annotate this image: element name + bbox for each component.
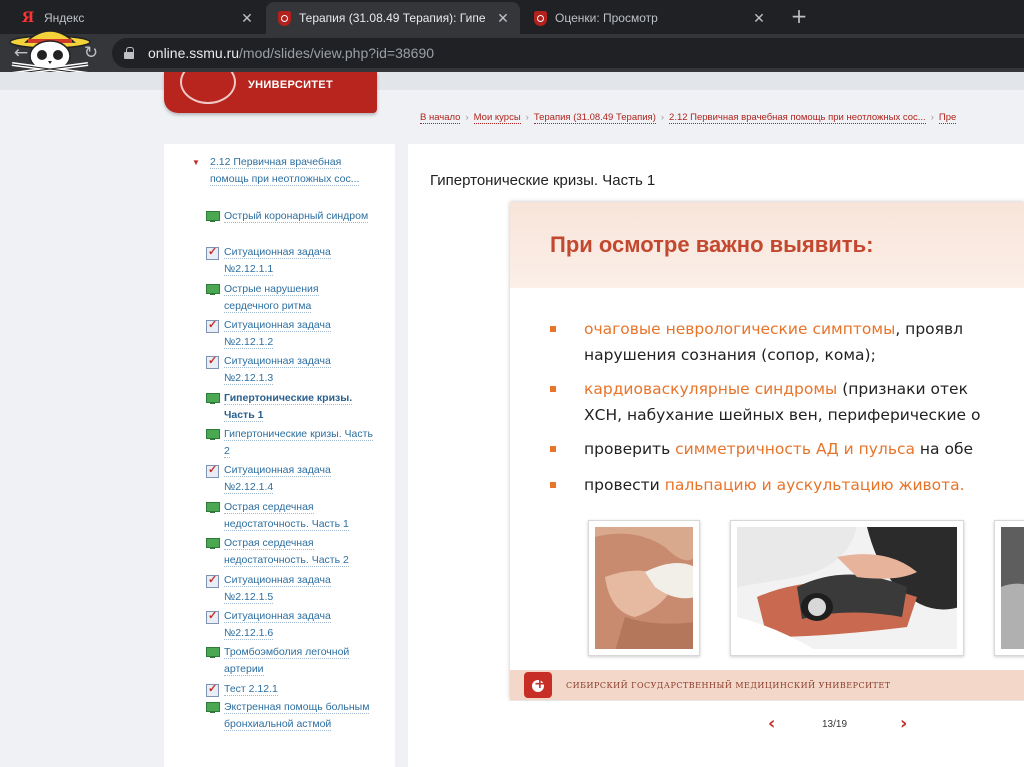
breadcrumb-my-courses[interactable]: Мои курсы — [473, 112, 521, 124]
sidebar-item-label: Ситуационная задача №2.12.1.2 — [224, 319, 331, 349]
task-icon — [206, 317, 219, 334]
logo-text: УНИВЕРСИТЕТ — [248, 79, 333, 91]
breadcrumb-section[interactable]: 2.12 Первичная врачебная помощь при неот… — [669, 112, 926, 124]
bullet-text: , проявл — [895, 320, 964, 338]
sidebar-item-label: Гипертонические кризы. Часть 2 — [224, 428, 373, 458]
slide-pager: ‹ 13/19 › — [510, 700, 1024, 750]
sidebar-section-label: 2.12 Первичная врачебная помощь при неот… — [210, 156, 360, 186]
prev-slide-button[interactable]: ‹ — [768, 713, 775, 734]
bullet-marker — [550, 386, 556, 392]
ssmu-icon — [534, 10, 547, 26]
tab-therapy[interactable]: Терапия (31.08.49 Терапия): Гипе ✕ — [266, 2, 520, 34]
next-slide-button[interactable]: › — [900, 713, 907, 734]
close-icon[interactable]: ✕ — [750, 10, 768, 27]
bullet-text: провести — [584, 476, 665, 494]
bullet-text: ХСН, набухание шейных вен, периферически… — [584, 406, 981, 424]
ssmu-icon — [278, 10, 291, 26]
presentation-icon — [206, 538, 220, 549]
highlighted-text: кардиоваскулярные синдромы — [584, 380, 838, 398]
collapse-arrow-icon[interactable]: ▼ — [192, 154, 200, 171]
tab-title: Оценки: Просмотр — [555, 11, 658, 25]
presentation-icon — [206, 211, 220, 222]
sidebar-item-label: Ситуационная задача №2.12.1.6 — [224, 610, 331, 640]
slide-title: При осмотре важно выявить: — [550, 232, 874, 257]
task-icon — [206, 244, 219, 261]
skull-avatar-icon — [9, 30, 91, 76]
palpation-image — [595, 527, 693, 649]
sidebar-item-label: Ситуационная задача №2.12.1.4 — [224, 464, 331, 494]
slide-photo-auscultation — [994, 520, 1024, 656]
highlighted-text: симметричность АД и пульса — [675, 440, 915, 458]
slide-footer-text: СИБИРСКИЙ ГОСУДАРСТВЕННЫЙ МЕДИЦИНСКИЙ УН… — [566, 681, 891, 690]
tab-grades[interactable]: Оценки: Просмотр ✕ — [522, 2, 776, 34]
bullet-marker — [550, 446, 556, 452]
slide-bullet-line: нарушения сознания (сопор, кома); — [584, 342, 876, 368]
presentation-icon — [206, 702, 220, 713]
slide-bullet-line: проверить симметричность АД и пульса на … — [584, 436, 973, 462]
browser-toolbar: ← ↻ online.ssmu.ru/mod/slides/view.php?i… — [0, 34, 1024, 72]
new-tab-button[interactable]: + — [788, 5, 810, 27]
bullet-marker — [550, 326, 556, 332]
slide-bullet-line: ХСН, набухание шейных вен, периферически… — [584, 402, 980, 428]
url-text: online.ssmu.ru/mod/slides/view.php?id=38… — [148, 45, 435, 61]
task-icon — [206, 681, 219, 698]
presentation-icon — [206, 647, 220, 658]
sidebar-item-label: Острые нарушения сердечного ритма — [224, 283, 319, 313]
bullet-text: проверить — [584, 440, 676, 458]
close-icon[interactable]: ✕ — [238, 10, 256, 27]
yandex-icon: Я — [21, 10, 35, 26]
sidebar-item-label: Ситуационная задача №2.12.1.3 — [224, 355, 331, 385]
sidebar-item-label: Экстренная помощь больным бронхиальной а… — [224, 701, 370, 731]
task-icon — [206, 572, 219, 589]
task-icon — [206, 462, 219, 479]
slide-photo-palpation — [588, 520, 700, 656]
bullet-text: нарушения сознания (сопор, кома); — [584, 346, 876, 364]
page-title: Гипертонические кризы. Часть 1 — [430, 172, 656, 189]
task-icon — [206, 608, 219, 625]
presentation-icon — [206, 502, 220, 513]
highlighted-text: пальпацию и аускультацию живота. — [664, 476, 965, 494]
university-logo[interactable]: УНИВЕРСИТЕТ — [164, 72, 377, 113]
presentation-icon — [206, 284, 220, 295]
sidebar-item-label: Тест 2.12.1 — [224, 683, 278, 696]
sidebar-item-label: Ситуационная задача №2.12.1.1 — [224, 246, 331, 276]
bullet-text: (признаки отек — [837, 380, 968, 398]
slide-bullet-line: провести пальпацию и аускультацию живота… — [584, 472, 965, 498]
tab-title: Яндекс — [44, 11, 85, 25]
sidebar-item-label: Тромбоэмболия легочной артерии — [224, 646, 350, 676]
slide-viewer: При осмотре важно выявить: очаговые невр… — [510, 202, 1024, 700]
address-bar[interactable]: online.ssmu.ru/mod/slides/view.php?id=38… — [112, 38, 1024, 68]
slide-bullet-line: кардиоваскулярные синдромы (признаки оте… — [584, 376, 968, 402]
presentation-icon — [206, 429, 220, 440]
breadcrumb: В начало › Мои курсы › Терапия (31.08.49 Тер… — [420, 112, 957, 124]
breadcrumb-current[interactable]: Пре — [938, 112, 957, 124]
emblem-icon — [180, 72, 236, 104]
sidebar-item-label: Острая сердечная недостаточность. Часть … — [224, 537, 349, 567]
slide-counter: 13/19 — [822, 719, 848, 730]
sidebar-item-label: Гипертонические кризы. Часть 1 — [224, 392, 353, 422]
lock-icon — [124, 47, 134, 59]
bullet-text: на обе — [915, 440, 974, 458]
page: УНИВЕРСИТЕТ В начало › Мои курсы › Терапия (… — [0, 72, 1024, 767]
sidebar-item-label: Острая сердечная недостаточность. Часть … — [224, 501, 349, 531]
bullet-marker — [550, 482, 556, 488]
auscultation-image — [1001, 527, 1024, 649]
task-icon — [206, 353, 219, 370]
browser-tab-strip: Я Яндекс ✕ Терапия (31.08.49 Терапия): Г… — [0, 0, 1024, 34]
course-sidebar: ▼ 2.12 Первичная врачебная помощь при не… — [164, 144, 395, 767]
highlighted-text: очаговые неврологические симптомы — [584, 320, 896, 338]
sidebar-item-label: Острый коронарный синдром — [224, 210, 369, 223]
first-aid-icon — [524, 672, 552, 698]
main-content: Гипертонические кризы. Часть 1 При осмот… — [408, 144, 1024, 767]
close-icon[interactable]: ✕ — [494, 10, 512, 27]
tab-title: Терапия (31.08.49 Терапия): Гипе — [299, 11, 486, 25]
slide-bullet-line: очаговые неврологические симптомы, прояв… — [584, 316, 963, 342]
header-band — [0, 72, 1024, 90]
breadcrumb-course[interactable]: Терапия (31.08.49 Терапия) — [533, 112, 656, 124]
sidebar-item-label: Ситуационная задача №2.12.1.5 — [224, 574, 331, 604]
blood-pressure-image — [737, 527, 957, 649]
presentation-icon — [206, 393, 220, 404]
slide-photo-blood-pressure — [730, 520, 964, 656]
breadcrumb-home[interactable]: В начало — [420, 112, 461, 124]
